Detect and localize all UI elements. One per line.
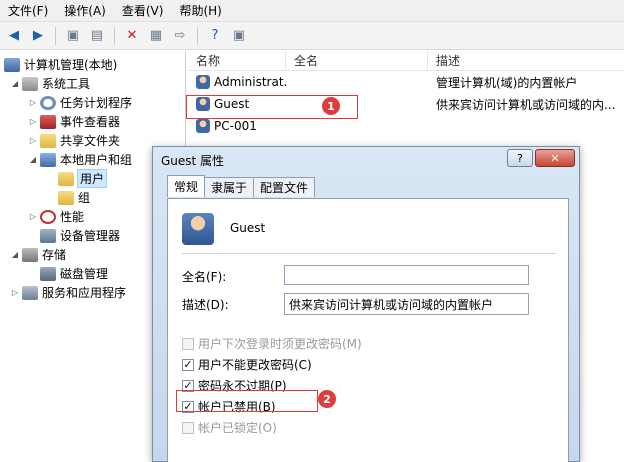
tab-member-of[interactable]: 隶属于	[204, 177, 255, 197]
check-mark-icon[interactable]: ✓	[182, 358, 194, 371]
step-badge-2: 2	[318, 390, 336, 408]
checkbox-empty[interactable]	[182, 421, 194, 434]
row-name: PC-001	[214, 118, 257, 133]
export-icon[interactable]: ⇨	[170, 26, 190, 46]
user-icon	[196, 119, 210, 134]
checkbox-empty[interactable]	[182, 337, 194, 350]
tools-icon	[22, 76, 38, 91]
folder-icon	[58, 190, 74, 205]
column-header-description[interactable]: 描述	[428, 51, 624, 71]
disk-icon	[40, 266, 56, 281]
collapsed-triangle-icon[interactable]: ▷	[28, 117, 38, 126]
event-viewer-icon	[40, 114, 56, 129]
menu-help[interactable]: 帮助(H)	[179, 2, 221, 19]
tree-item-label: 组	[78, 191, 91, 205]
row-name-cell: Administrat...	[188, 75, 286, 90]
step-badge-1: 1	[322, 97, 340, 115]
collapsed-triangle-icon[interactable]: ▷	[28, 212, 38, 221]
list-header: 名称 全名 描述	[188, 50, 624, 71]
tree-item-label: 任务计划程序	[60, 96, 133, 110]
tree-item-computer-management[interactable]: 计算机管理(本地)	[0, 55, 185, 74]
dialog-tabs: 常规 隶属于 配置文件	[167, 175, 316, 197]
fullname-field[interactable]	[284, 265, 529, 285]
tree-item-label: 性能	[60, 210, 85, 224]
column-header-name[interactable]: 名称	[188, 50, 286, 71]
cannot-change-password-checkbox[interactable]: ✓ 用户不能更改密码(C)	[182, 356, 312, 373]
close-button[interactable]: ✕	[535, 149, 575, 167]
help-button[interactable]: ?	[507, 149, 533, 167]
device-manager-icon	[40, 228, 56, 243]
column-header-fullname[interactable]: 全名	[286, 50, 428, 71]
toolbar-divider	[55, 26, 56, 45]
row-name: Administrat...	[214, 74, 286, 89]
back-arrow-icon[interactable]: ◀	[4, 26, 24, 46]
dialog-title-buttons: ? ✕	[507, 149, 575, 167]
tree-item-event-viewer[interactable]: ▷ 事件查看器	[0, 112, 185, 131]
row-description: 供来宾访问计算机或访问域的内...	[436, 97, 616, 112]
clock-icon	[40, 95, 56, 110]
toolbar-divider	[197, 26, 198, 45]
tab-profile[interactable]: 配置文件	[253, 177, 316, 197]
tree-item-label: 计算机管理(本地)	[24, 58, 118, 72]
performance-icon	[40, 209, 56, 224]
collapsed-triangle-icon[interactable]: ▷	[28, 136, 38, 145]
user-account-icon	[182, 213, 214, 245]
properties-icon[interactable]: ▦	[146, 26, 166, 46]
separator	[182, 253, 556, 254]
help-icon[interactable]: ?	[205, 26, 225, 46]
general-tab-panel: Guest 全名(F): 描述(D): 供来宾访问计算机或访问域的内置帐户 用户…	[167, 198, 569, 462]
tree-item-label: 磁盘管理	[60, 267, 109, 281]
panel-icon[interactable]: ▣	[229, 26, 249, 46]
tree-item-label: 存储	[42, 248, 67, 262]
tree-item-label: 事件查看器	[60, 115, 121, 129]
computer-icon	[4, 57, 20, 72]
tree-item-task-scheduler[interactable]: ▷ 任务计划程序	[0, 93, 185, 112]
toolbar: ◀ ▶ ▣ ▤ ✕ ▦ ⇨ ? ▣	[0, 22, 624, 50]
folder-icon	[58, 171, 74, 186]
checkbox-label: 帐户已锁定(O)	[198, 421, 277, 435]
guest-properties-dialog: Guest 属性 ? ✕ 常规 隶属于 配置文件 Guest 全名(F): 描述…	[152, 146, 580, 462]
tab-general[interactable]: 常规	[167, 175, 206, 197]
menu-file[interactable]: 文件(F)	[8, 2, 48, 19]
expanded-triangle-icon[interactable]: ◢	[10, 79, 20, 88]
row-name-cell: PC-001	[188, 119, 286, 134]
row-description: 管理计算机(域)的内置帐户	[436, 75, 578, 90]
dialog-title: Guest 属性	[161, 154, 225, 168]
shared-folder-icon	[40, 133, 56, 148]
table-row[interactable]: Administrat... 管理计算机(域)的内置帐户	[188, 71, 624, 93]
expanded-triangle-icon[interactable]: ◢	[10, 250, 20, 259]
description-field[interactable]: 供来宾访问计算机或访问域的内置帐户	[284, 293, 529, 315]
tree-item-label: 服务和应用程序	[42, 286, 127, 300]
tree-item-label: 设备管理器	[60, 229, 121, 243]
tree-item-label: 共享文件夹	[60, 134, 121, 148]
checkbox-label: 用户下次登录时须更改密码(M)	[198, 337, 362, 351]
menu-view[interactable]: 查看(V)	[122, 2, 164, 19]
menu-bar: 文件(F) 操作(A) 查看(V) 帮助(H)	[0, 0, 624, 22]
tree-item-label: 本地用户和组	[60, 153, 133, 167]
toolbar-divider	[114, 26, 115, 45]
checkbox-label: 用户不能更改密码(C)	[198, 358, 312, 372]
account-locked-checkbox[interactable]: 帐户已锁定(O)	[182, 419, 277, 436]
storage-icon	[22, 247, 38, 262]
tree-item-system-tools[interactable]: ◢ 系统工具	[0, 74, 185, 93]
users-group-icon	[40, 152, 56, 167]
delete-icon[interactable]: ✕	[122, 26, 142, 46]
services-icon	[22, 285, 38, 300]
must-change-password-checkbox[interactable]: 用户下次登录时须更改密码(M)	[182, 335, 362, 352]
tree-item-label: 系统工具	[42, 77, 91, 91]
highlight-box-account-disabled	[176, 390, 318, 412]
tree-item-label: 用户	[76, 169, 108, 188]
show-hide-tree-icon[interactable]: ▤	[87, 26, 107, 46]
user-icon	[196, 75, 210, 90]
expanded-triangle-icon[interactable]: ◢	[28, 155, 38, 164]
account-username: Guest	[230, 221, 266, 235]
menu-action[interactable]: 操作(A)	[64, 2, 106, 19]
collapsed-triangle-icon[interactable]: ▷	[28, 98, 38, 107]
collapsed-triangle-icon[interactable]: ▷	[10, 288, 20, 297]
up-folder-icon[interactable]: ▣	[63, 26, 83, 46]
fullname-label: 全名(F):	[182, 270, 227, 284]
forward-arrow-icon[interactable]: ▶	[28, 26, 48, 46]
description-label: 描述(D):	[182, 298, 229, 312]
